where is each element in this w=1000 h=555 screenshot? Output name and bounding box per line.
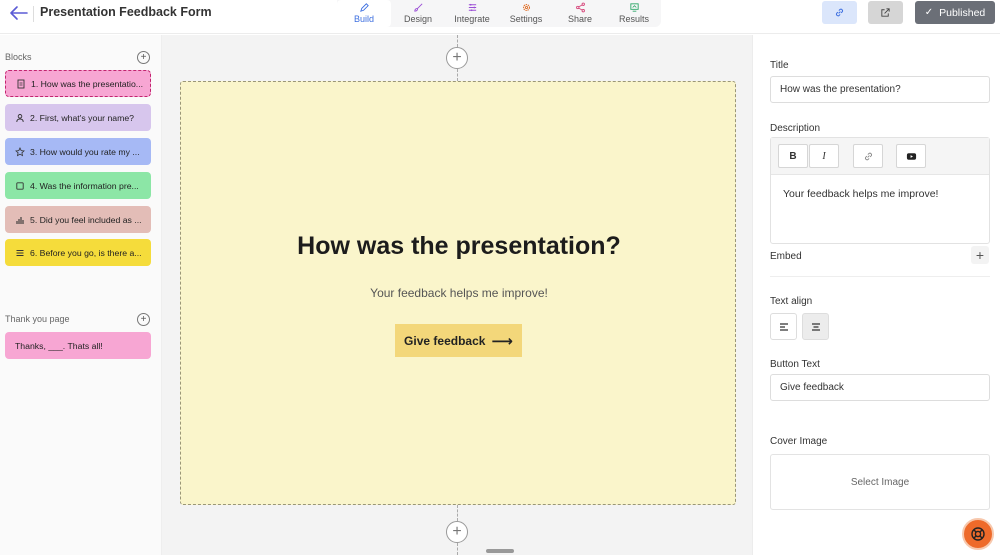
align-center-button[interactable] <box>802 313 829 340</box>
description-editor[interactable]: B I Your feedback helps me improve! <box>770 137 990 244</box>
italic-button[interactable]: I <box>809 144 839 168</box>
connector-line <box>457 543 458 555</box>
cover-image-label: Cover Image <box>770 436 828 447</box>
select-image-label: Select Image <box>850 476 910 488</box>
blocks-sidebar: Blocks + 1. How was the presentatio... 2… <box>0 35 162 555</box>
connector-line <box>457 35 458 47</box>
align-center-icon <box>811 322 820 331</box>
external-link-icon <box>881 8 890 17</box>
share-icon <box>575 2 585 13</box>
tab-design-label: Design <box>403 14 432 24</box>
form-canvas: + How was the presentation? Your feedbac… <box>162 35 752 555</box>
square-icon <box>16 181 24 190</box>
select-image-button[interactable]: Select Image <box>770 454 990 510</box>
button-text-input[interactable] <box>770 374 990 401</box>
block-item-label: 3. How would you rate my ... <box>30 146 140 157</box>
tab-results-label: Results <box>618 14 649 24</box>
block-item-2[interactable]: 2. First, what's your name? <box>5 104 151 131</box>
bold-button[interactable]: B <box>778 144 808 168</box>
tab-integrate-label: Integrate <box>454 14 490 24</box>
block-item-label: 5. Did you feel included as ... <box>30 214 142 225</box>
tab-settings-label: Settings <box>509 14 543 24</box>
add-thankyou-button[interactable]: + <box>137 313 150 326</box>
card-description: Your feedback helps me improve! <box>370 286 548 300</box>
list-icon <box>16 249 24 256</box>
block-item-5[interactable]: 5. Did you feel included as ... <box>5 206 151 233</box>
block-item-3[interactable]: 3. How would you rate my ... <box>5 138 151 165</box>
welcome-card[interactable]: How was the presentation? Your feedback … <box>180 81 736 505</box>
tab-settings[interactable]: Settings <box>499 0 553 27</box>
youtube-button[interactable] <box>896 144 926 168</box>
star-icon <box>15 146 25 156</box>
block-item-label: 1. How was the presentatio... <box>31 78 144 89</box>
blocks-heading: Blocks <box>5 52 32 62</box>
block-item-4[interactable]: 4. Was the information pre... <box>5 172 151 199</box>
add-block-button[interactable]: + <box>137 51 150 64</box>
description-label: Description <box>770 123 821 134</box>
brush-icon <box>413 3 422 12</box>
published-label: Published <box>939 6 986 19</box>
add-block-above-button[interactable]: + <box>446 47 468 69</box>
editor-toolbar: B I <box>771 138 989 175</box>
youtube-icon <box>906 152 916 160</box>
arrow-right-icon: ⟶ <box>491 332 513 350</box>
check-icon: ✓ <box>924 7 934 18</box>
button-text-label: Button Text <box>770 359 820 370</box>
text-align-label: Text align <box>770 296 813 307</box>
tab-build-label: Build <box>353 14 374 24</box>
tab-share[interactable]: Share <box>553 0 607 27</box>
give-feedback-label: Give feedback <box>404 333 486 348</box>
give-feedback-button[interactable]: Give feedback ⟶ <box>395 324 522 357</box>
back-arrow-icon[interactable] <box>9 4 29 22</box>
link-icon <box>835 8 844 17</box>
divider <box>770 276 990 277</box>
top-bar: Presentation Feedback Form Build Design … <box>0 0 1000 34</box>
thankyou-item-label: Thanks, ___. Thats all! <box>15 340 103 351</box>
pencil-icon <box>359 3 369 12</box>
main-nav: Build Design Integrate Settings Share Re… <box>337 0 661 27</box>
user-icon <box>16 113 24 122</box>
block-item-label: 2. First, what's your name? <box>30 112 135 123</box>
title-input[interactable] <box>770 76 990 103</box>
title-label: Title <box>770 60 789 71</box>
insert-link-button[interactable] <box>853 144 883 168</box>
block-item-label: 6. Before you go, is there a... <box>30 247 142 258</box>
thankyou-heading: Thank you page <box>5 314 70 324</box>
sliders-icon <box>468 3 476 12</box>
add-embed-button[interactable]: + <box>971 246 989 264</box>
bar-chart-icon <box>16 216 24 224</box>
published-button[interactable]: ✓ Published <box>915 1 995 24</box>
form-title: Presentation Feedback Form <box>40 5 212 19</box>
block-item-1[interactable]: 1. How was the presentatio... <box>5 70 151 97</box>
tab-integrate[interactable]: Integrate <box>445 0 499 27</box>
card-title: How was the presentation? <box>297 232 621 260</box>
open-preview-button[interactable] <box>868 1 903 24</box>
divider <box>33 6 34 22</box>
chart-icon <box>629 3 639 12</box>
block-item-6[interactable]: 6. Before you go, is there a... <box>5 239 151 266</box>
help-button[interactable] <box>962 518 994 550</box>
block-item-label: 4. Was the information pre... <box>30 180 139 191</box>
tab-results[interactable]: Results <box>607 0 661 27</box>
link-icon <box>864 152 872 160</box>
connector-line <box>457 505 458 521</box>
connector-line <box>457 69 458 81</box>
description-text: Your feedback helps me improve! <box>783 188 939 200</box>
embed-label: Embed <box>770 251 802 262</box>
thankyou-item[interactable]: Thanks, ___. Thats all! <box>5 332 151 359</box>
document-icon <box>17 79 25 88</box>
tab-build[interactable]: Build <box>337 0 391 27</box>
tab-design[interactable]: Design <box>391 0 445 27</box>
copy-link-button[interactable] <box>822 1 857 24</box>
scroll-handle[interactable] <box>486 549 514 553</box>
lifebuoy-icon <box>971 527 985 541</box>
tab-share-label: Share <box>567 14 593 24</box>
properties-panel: Title Description B I Your feedback help… <box>752 35 1000 555</box>
align-left-button[interactable] <box>770 313 797 340</box>
gear-icon <box>522 4 530 11</box>
align-left-icon <box>779 322 788 331</box>
add-block-below-button[interactable]: + <box>446 521 468 543</box>
